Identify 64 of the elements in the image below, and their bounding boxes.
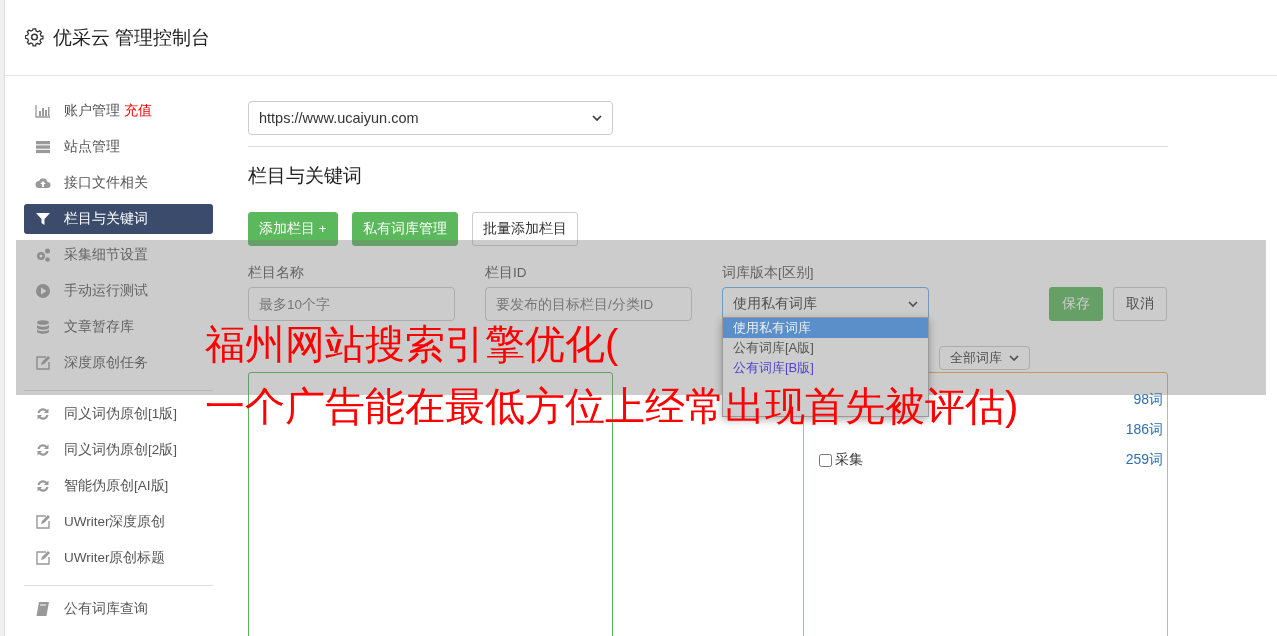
library-filter-select[interactable]: 全部词库 [939, 346, 1030, 370]
site-select[interactable]: https://www.ucaiyun.com [248, 101, 613, 135]
field-label: 栏目名称 [248, 264, 305, 282]
sidebar-item-label: 账户管理 [64, 102, 120, 120]
dropdown-option[interactable]: 使用私有词库 [723, 318, 928, 338]
sidebar-item-label: UWriter深度原创 [64, 513, 166, 531]
sidebar-item[interactable]: 站点管理 [24, 132, 213, 162]
toolbar-button[interactable]: 批量添加栏目 [471, 212, 578, 246]
sidebar-item-label: 栏目与关键词 [64, 210, 148, 228]
refresh-icon [35, 478, 51, 494]
sidebar-item-label: UWriter原创标题 [64, 549, 166, 567]
chart-icon [35, 103, 51, 119]
refresh-icon [35, 442, 51, 458]
edit-icon [35, 550, 51, 566]
recharge-link[interactable]: 充值 [124, 102, 152, 120]
word-count: 98词 [1133, 391, 1163, 409]
checkbox[interactable] [819, 453, 832, 467]
field-label: 栏目ID [485, 264, 528, 282]
sidebar-item[interactable]: 接口文件相关 [24, 168, 213, 198]
field-label: 词库版本[区别] [722, 264, 815, 282]
library-name: 采集 [835, 451, 863, 469]
sidebar-item-label: 同义词伪原创[2版] [64, 441, 177, 459]
sidebar-item-label: 同义词伪原创[1版] [64, 405, 177, 423]
sidebar-item-label: 采集细节设置 [64, 246, 148, 264]
sidebar-item[interactable]: 采集细节设置 [24, 240, 213, 270]
book-icon [35, 601, 51, 617]
cloud-upload-icon [35, 175, 51, 191]
cancel-button[interactable]: 取消 [1113, 287, 1167, 321]
sidebar-item-label: 手动运行测试 [64, 282, 148, 300]
sidebar-item-label: 公有词库查询 [64, 600, 148, 618]
sidebar-item-label: 文章暂存库 [64, 318, 134, 336]
dropdown-option[interactable]: 公有词库[B版] [723, 358, 928, 378]
word-count: 259词 [1125, 451, 1163, 469]
sidebar-item[interactable]: UWriter原创标题 [24, 543, 213, 573]
sidebar-item[interactable]: UWriter深度原创 [24, 507, 213, 537]
input-field[interactable]: 最多10个字 [248, 287, 455, 321]
edit-icon [35, 355, 51, 371]
input-field[interactable]: 要发布的目标栏目/分类ID [485, 287, 692, 321]
sidebar-item[interactable]: 账户管理 充值 [24, 96, 213, 126]
sidebar-item[interactable]: 手动运行测试 [24, 276, 213, 306]
app-title: 优采云 管理控制台 [53, 25, 211, 50]
edit-icon [35, 514, 51, 530]
refresh-icon [35, 406, 51, 422]
caret-icon [592, 115, 602, 121]
settings-icon [25, 28, 44, 47]
database-icon [35, 319, 51, 335]
sidebar-item[interactable]: 栏目与关键词 [24, 204, 213, 234]
sidebar-item[interactable]: 公有词库查询 [24, 594, 213, 624]
caret-icon [908, 301, 918, 307]
filter-icon [35, 211, 51, 227]
word-count: 186词 [1125, 421, 1163, 439]
sidebar-item[interactable]: 智能伪原创[AI版] [24, 471, 213, 501]
gears-icon [35, 247, 51, 263]
sidebar-item-label: 站点管理 [64, 138, 120, 156]
play-icon [35, 283, 51, 299]
caret-icon [1009, 355, 1019, 361]
sidebar-item-label: 接口文件相关 [64, 174, 148, 192]
sidebar-item[interactable]: 同义词伪原创[2版] [24, 435, 213, 465]
dropdown-option[interactable]: 公有词库[A版] [723, 338, 928, 358]
section-title: 栏目与关键词 [248, 164, 363, 188]
caption-line: 福州网站搜索引擎优化( [205, 321, 619, 368]
sidebar-item-label: 深度原创任务 [64, 354, 148, 372]
sidebar-item-label: 智能伪原创[AI版] [64, 477, 169, 495]
server-icon [35, 139, 51, 155]
